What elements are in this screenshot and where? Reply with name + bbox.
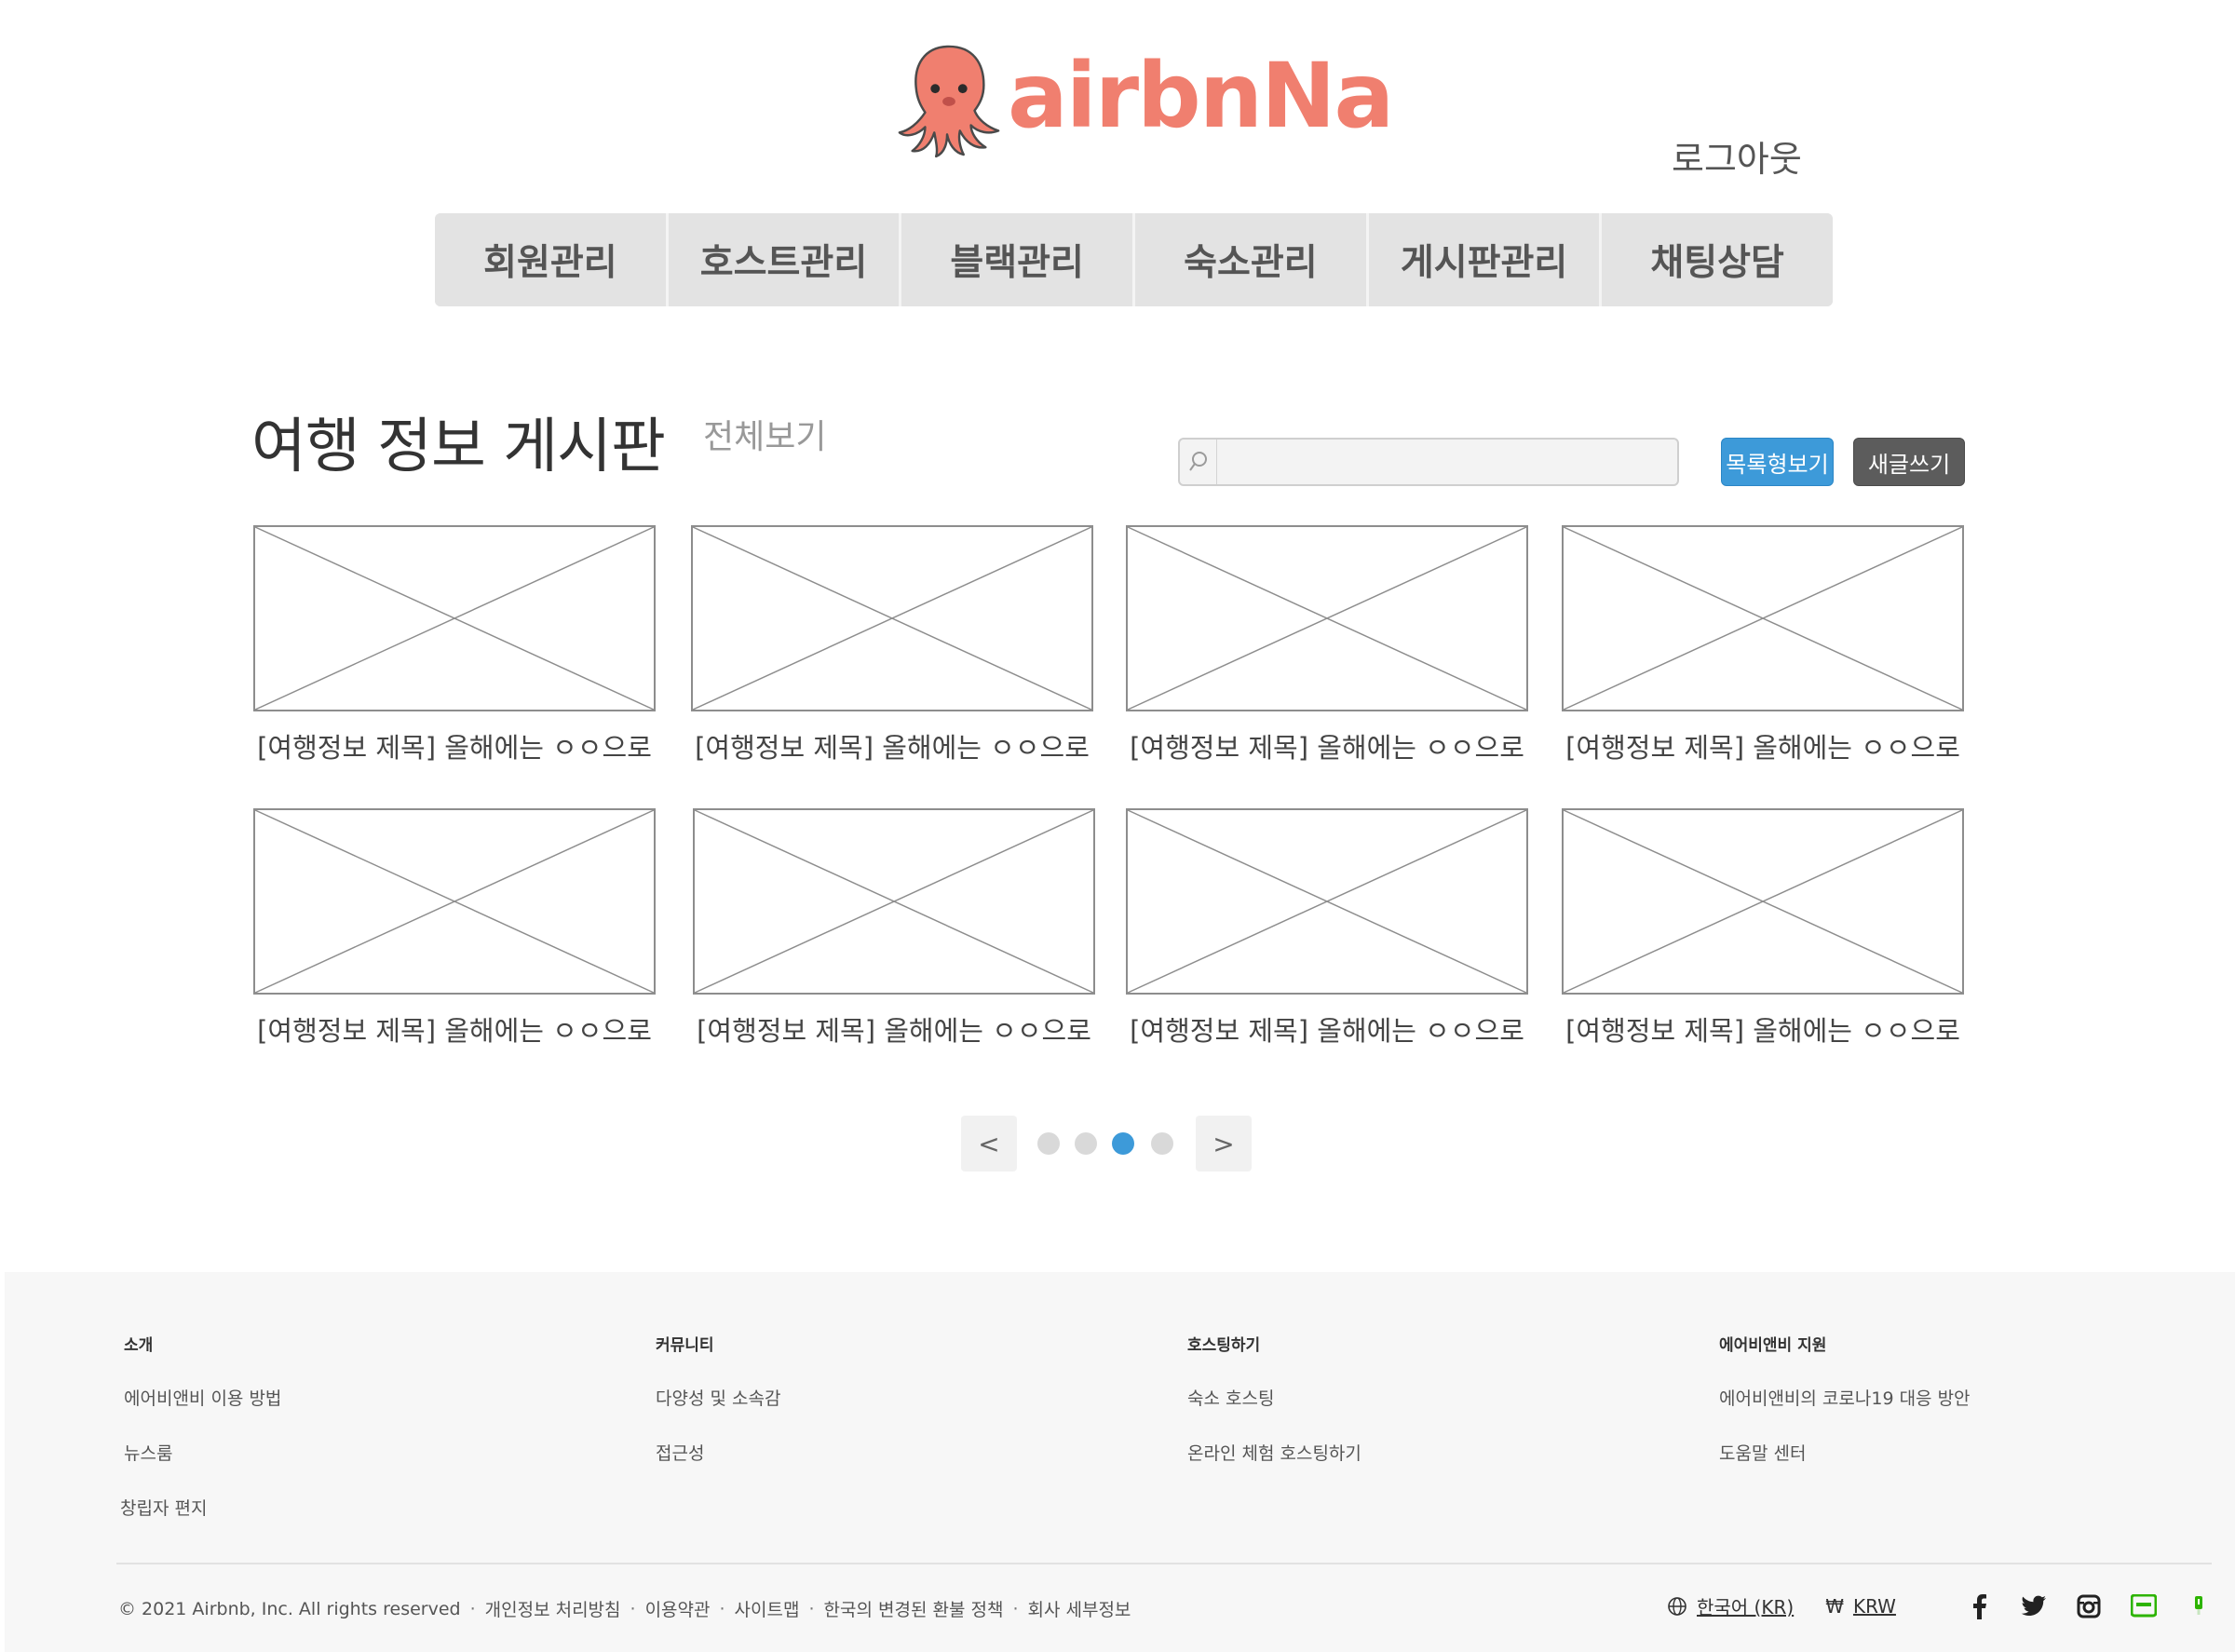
search-input[interactable]	[1217, 440, 1677, 484]
facebook-icon[interactable]	[1966, 1592, 1994, 1620]
footer-divider	[116, 1563, 2212, 1564]
sitemap-link[interactable]: 사이트맵	[735, 1596, 800, 1621]
page-dot[interactable]	[1037, 1132, 1060, 1155]
post-card[interactable]: [여행정보 제목] 올해에는 ㅇㅇ으로	[691, 525, 1093, 765]
footer-link[interactable]: 접근성	[656, 1440, 780, 1465]
page-dot[interactable]	[1075, 1132, 1097, 1155]
footer-link[interactable]: 숙소 호스팅	[1187, 1385, 1361, 1410]
footer-heading: 에어비앤비 지원	[1719, 1336, 1827, 1355]
footer: 소개 에어비앤비 이용 방법 뉴스룸 창립자 편지 커뮤니티 다양성 및 소속감…	[5, 1272, 2235, 1652]
post-title: [여행정보 제목] 올해에는 ㅇㅇ으로	[1130, 732, 1524, 764]
refund-policy-link[interactable]: 한국의 변경된 환불 정책	[824, 1596, 1004, 1621]
footer-column-about: 소개 에어비앤비 이용 방법 뉴스룸 창립자 편지	[120, 1332, 281, 1550]
brand-logo[interactable]: airbnNa	[894, 35, 1394, 161]
page-dot-active[interactable]	[1112, 1132, 1134, 1155]
main-nav: 회원관리 호스트관리 블랙관리 숙소관리 게시판관리 채팅상담	[435, 213, 1834, 306]
language-selector[interactable]: 한국어 (KR)	[1697, 1592, 1794, 1619]
footer-link[interactable]: 에어비앤비의 코로나19 대응 방안	[1719, 1385, 1971, 1410]
brand-name: airbnNa	[1008, 43, 1394, 148]
footer-heading: 커뮤니티	[656, 1336, 714, 1355]
naver-post-icon[interactable]	[2185, 1592, 2213, 1620]
image-placeholder	[1126, 525, 1528, 711]
terms-link[interactable]: 이용약관	[645, 1596, 711, 1621]
footer-legal: © 2021 Airbnb, Inc. All rights reserved …	[118, 1596, 1131, 1621]
post-card[interactable]: [여행정보 제목] 올해에는 ㅇㅇ으로	[1562, 525, 1964, 765]
nav-item-hosts[interactable]: 호스트관리	[668, 213, 902, 306]
image-placeholder	[253, 808, 656, 995]
post-title: [여행정보 제목] 올해에는 ㅇㅇ으로	[1130, 1015, 1524, 1047]
search-box	[1178, 438, 1679, 486]
footer-link[interactable]: 다양성 및 소속감	[656, 1385, 780, 1410]
locale-settings: 한국어 (KR) ₩ KRW	[1667, 1592, 1896, 1619]
nav-item-members[interactable]: 회원관리	[435, 213, 669, 306]
nav-item-lodging[interactable]: 숙소관리	[1135, 213, 1369, 306]
next-page-button[interactable]: >	[1196, 1116, 1252, 1171]
footer-link[interactable]: 창립자 편지	[120, 1495, 281, 1520]
search-icon[interactable]	[1180, 440, 1217, 484]
image-placeholder	[253, 525, 656, 711]
instagram-icon[interactable]	[2075, 1592, 2103, 1620]
footer-link[interactable]: 뉴스룸	[124, 1440, 281, 1465]
page-dot[interactable]	[1151, 1132, 1173, 1155]
page-title: 여행 정보 게시판	[251, 413, 666, 481]
post-card[interactable]: [여행정보 제목] 올해에는 ㅇㅇ으로	[253, 808, 656, 1049]
image-placeholder	[1562, 525, 1964, 711]
footer-link[interactable]: 온라인 체험 호스팅하기	[1187, 1440, 1361, 1465]
post-card[interactable]: [여행정보 제목] 올해에는 ㅇㅇ으로	[1126, 525, 1528, 765]
image-placeholder	[693, 808, 1095, 995]
image-placeholder	[691, 525, 1093, 711]
post-card[interactable]: [여행정보 제목] 올해에는 ㅇㅇ으로	[693, 808, 1095, 1049]
footer-column-community: 커뮤니티 다양성 및 소속감 접근성	[656, 1332, 780, 1495]
post-title: [여행정보 제목] 올해에는 ㅇㅇ으로	[257, 1015, 652, 1047]
image-placeholder	[1126, 808, 1528, 995]
post-title: [여행정보 제목] 올해에는 ㅇㅇ으로	[695, 732, 1090, 764]
footer-heading: 호스팅하기	[1187, 1336, 1261, 1355]
view-all-link[interactable]: 전체보기	[703, 410, 826, 458]
logout-link[interactable]: 로그아웃	[1672, 130, 1802, 182]
post-card[interactable]: [여행정보 제목] 올해에는 ㅇㅇ으로	[253, 525, 656, 765]
post-title: [여행정보 제목] 올해에는 ㅇㅇ으로	[1565, 732, 1960, 764]
post-card[interactable]: [여행정보 제목] 올해에는 ㅇㅇ으로	[1562, 808, 1964, 1049]
footer-link[interactable]: 도움말 센터	[1719, 1440, 1971, 1465]
footer-link[interactable]: 에어비앤비 이용 방법	[124, 1385, 281, 1410]
nav-item-chat[interactable]: 채팅상담	[1602, 213, 1834, 306]
footer-heading: 소개	[124, 1336, 154, 1355]
list-view-button[interactable]: 목록형보기	[1721, 438, 1834, 486]
post-card[interactable]: [여행정보 제목] 올해에는 ㅇㅇ으로	[1126, 808, 1528, 1049]
post-title: [여행정보 제목] 올해에는 ㅇㅇ으로	[1565, 1015, 1960, 1047]
currency-selector[interactable]: KRW	[1853, 1595, 1896, 1618]
nav-item-board[interactable]: 게시판관리	[1368, 213, 1603, 306]
privacy-link[interactable]: 개인정보 처리방침	[485, 1596, 621, 1621]
twitter-icon[interactable]	[2020, 1592, 2048, 1620]
octopus-logo-icon	[898, 45, 1000, 157]
naver-blog-icon[interactable]	[2130, 1592, 2158, 1620]
nav-item-blacklist[interactable]: 블랙관리	[901, 213, 1136, 306]
globe-icon	[1668, 1596, 1686, 1616]
footer-column-support: 에어비앤비 지원 에어비앤비의 코로나19 대응 방안 도움말 센터	[1719, 1332, 1971, 1495]
copyright: © 2021 Airbnb, Inc. All rights reserved	[118, 1598, 461, 1619]
new-post-button[interactable]: 새글쓰기	[1853, 438, 1965, 486]
post-title: [여행정보 제목] 올해에는 ㅇㅇ으로	[697, 1015, 1091, 1047]
company-details-link[interactable]: 회사 세부정보	[1027, 1596, 1131, 1621]
currency-symbol: ₩	[1825, 1594, 1844, 1618]
image-placeholder	[1562, 808, 1964, 995]
footer-column-hosting: 호스팅하기 숙소 호스팅 온라인 체험 호스팅하기	[1187, 1332, 1361, 1495]
post-title: [여행정보 제목] 올해에는 ㅇㅇ으로	[257, 732, 652, 764]
prev-page-button[interactable]: <	[961, 1116, 1017, 1171]
